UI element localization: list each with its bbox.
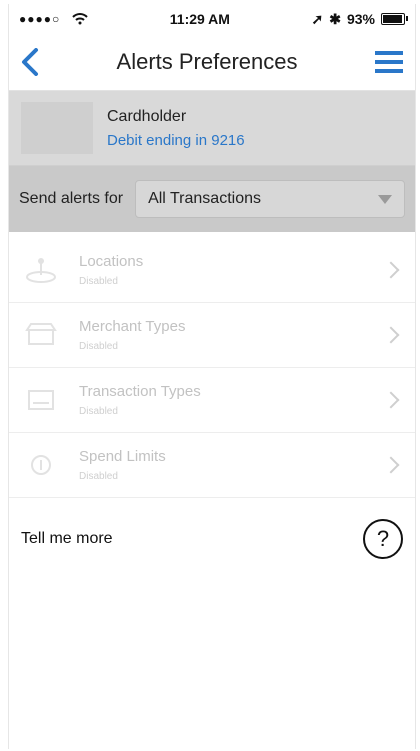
- battery-icon: [381, 13, 408, 25]
- help-icon[interactable]: ?: [363, 519, 403, 559]
- send-alerts-label: Send alerts for: [19, 190, 124, 207]
- location-icon: [26, 258, 56, 283]
- tell-me-more-row[interactable]: Tell me more ?: [9, 504, 415, 574]
- chevron-right-icon: [382, 456, 400, 474]
- row-transaction-types[interactable]: Transaction Types Disabled: [9, 368, 415, 433]
- battery-text: 93%: [346, 11, 375, 27]
- row-label: Locations: [79, 253, 144, 270]
- row-state: Disabled: [79, 341, 118, 352]
- dropdown-arrow-icon: [378, 194, 392, 204]
- status-bar: ●●●●○ 11:29 AM ➚ ✱ 93%: [9, 4, 415, 34]
- chevron-right-icon: [382, 261, 400, 279]
- alert-rows: Locations Disabled Merchant Types Disabl…: [9, 232, 415, 498]
- page-title: Alerts Preferences: [116, 49, 298, 74]
- card-image: [21, 102, 93, 154]
- back-button[interactable]: [21, 48, 39, 76]
- card-ending: Debit ending in 9216: [107, 131, 245, 149]
- transaction-icon: [28, 390, 54, 410]
- location-arrow-icon: ➚: [311, 10, 324, 27]
- chevron-right-icon: [382, 326, 400, 344]
- wifi-icon: [72, 13, 88, 25]
- row-label: Spend Limits: [79, 448, 166, 465]
- alerts-filter-value: All Transactions: [148, 190, 261, 207]
- row-state: Disabled: [79, 276, 118, 287]
- row-merchant-types[interactable]: Merchant Types Disabled: [9, 303, 415, 368]
- row-label: Transaction Types: [79, 383, 201, 400]
- row-label: Merchant Types: [79, 318, 186, 335]
- tell-me-more-label: Tell me more: [21, 530, 113, 547]
- row-texts: Transaction Types Disabled: [79, 383, 385, 417]
- status-left: ●●●●○: [19, 12, 88, 26]
- card-header: Cardholder Debit ending in 9216: [9, 91, 415, 166]
- chevron-right-icon: [382, 391, 400, 409]
- phone-screen: ●●●●○ 11:29 AM ➚ ✱ 93% Alerts Preference…: [8, 4, 416, 749]
- row-locations[interactable]: Locations Disabled: [9, 238, 415, 303]
- row-texts: Spend Limits Disabled: [79, 448, 385, 482]
- bluetooth-icon: ✱: [329, 10, 341, 27]
- send-alerts-section: Send alerts for All Transactions: [9, 166, 415, 232]
- cardholder-name: Cardholder: [107, 107, 187, 125]
- row-spend-limits[interactable]: Spend Limits Disabled: [9, 433, 415, 498]
- alerts-filter-select[interactable]: All Transactions: [135, 180, 405, 218]
- signal-icon: ●●●●○: [19, 12, 61, 26]
- spend-icon: [31, 455, 51, 475]
- status-right: ➚ ✱ 93%: [311, 10, 408, 28]
- nav-bar: Alerts Preferences: [9, 34, 415, 91]
- back-chevron-icon: [22, 48, 38, 76]
- row-state: Disabled: [79, 406, 118, 417]
- help-symbol: ?: [376, 526, 390, 551]
- hamburger-menu-icon: [375, 51, 403, 73]
- status-time: 11:29 AM: [169, 11, 230, 27]
- card-info: Cardholder Debit ending in 9216: [107, 108, 245, 149]
- row-state: Disabled: [79, 471, 118, 482]
- row-texts: Merchant Types Disabled: [79, 318, 385, 352]
- row-texts: Locations Disabled: [79, 253, 385, 287]
- menu-button[interactable]: [375, 51, 403, 73]
- merchant-icon: [25, 323, 57, 345]
